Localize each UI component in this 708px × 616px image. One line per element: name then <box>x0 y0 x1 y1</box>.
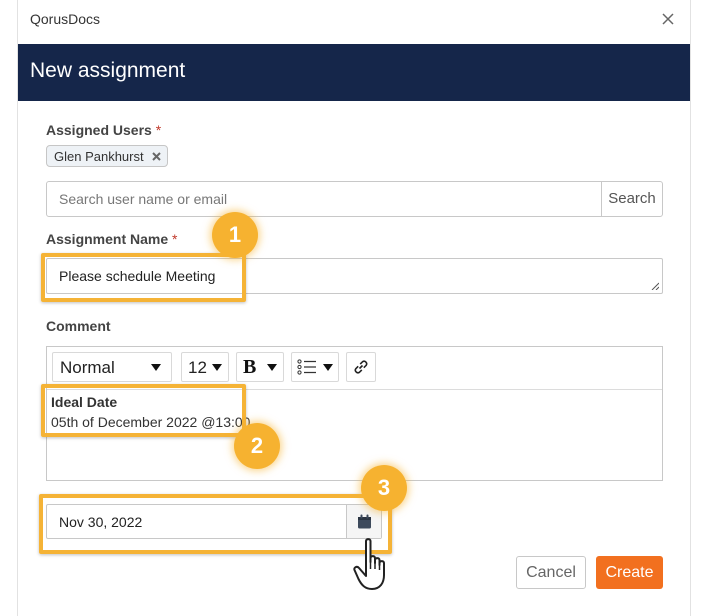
step-marker-3: 3 <box>361 465 407 511</box>
resize-grip-icon[interactable] <box>651 282 659 290</box>
dialog-title: New assignment <box>30 59 186 82</box>
text-style-dropdown[interactable]: Normal <box>52 352 172 382</box>
list-icon <box>297 359 316 375</box>
link-icon <box>354 360 368 374</box>
window-edge-right <box>690 0 691 616</box>
link-button[interactable] <box>346 352 376 382</box>
create-button[interactable]: Create <box>596 556 663 589</box>
user-chip-name: Glen Pankhurst <box>54 149 144 164</box>
step-marker-1: 1 <box>212 212 258 258</box>
search-button[interactable]: Search <box>601 182 662 216</box>
chevron-down-icon <box>267 364 277 371</box>
font-size-dropdown[interactable]: 12 <box>181 352 229 382</box>
callout-highlight-comment <box>41 384 246 437</box>
chevron-down-icon <box>151 364 161 371</box>
assignment-name-label: Assignment Name * <box>46 231 178 247</box>
bold-icon: B <box>243 356 257 378</box>
required-mark: * <box>172 231 178 247</box>
hand-pointer-icon <box>353 538 385 590</box>
step-marker-2: 2 <box>234 423 280 469</box>
close-icon[interactable] <box>661 12 675 26</box>
assigned-users-label-text: Assigned Users <box>46 122 152 138</box>
comment-label: Comment <box>46 318 111 334</box>
chevron-down-icon <box>323 364 333 371</box>
assignment-name-label-text: Assignment Name <box>46 231 169 247</box>
required-mark: * <box>155 122 162 138</box>
user-chip: Glen Pankhurst <box>46 145 168 167</box>
callout-highlight-assignment-name <box>41 253 246 302</box>
remove-user-icon[interactable] <box>151 151 162 162</box>
font-size-value: 12 <box>188 358 207 377</box>
user-search-group: Search <box>46 181 663 217</box>
chevron-down-icon <box>212 364 222 371</box>
list-dropdown[interactable] <box>291 352 339 382</box>
callout-highlight-date <box>39 494 392 554</box>
cancel-button[interactable]: Cancel <box>516 556 586 589</box>
user-search-input[interactable] <box>47 182 601 216</box>
app-name: QorusDocs <box>30 11 101 27</box>
bold-dropdown[interactable]: B <box>236 352 284 382</box>
dialog-header: New assignment <box>18 44 690 101</box>
assigned-users-label: Assigned Users * <box>46 122 161 138</box>
text-style-value: Normal <box>60 358 115 377</box>
